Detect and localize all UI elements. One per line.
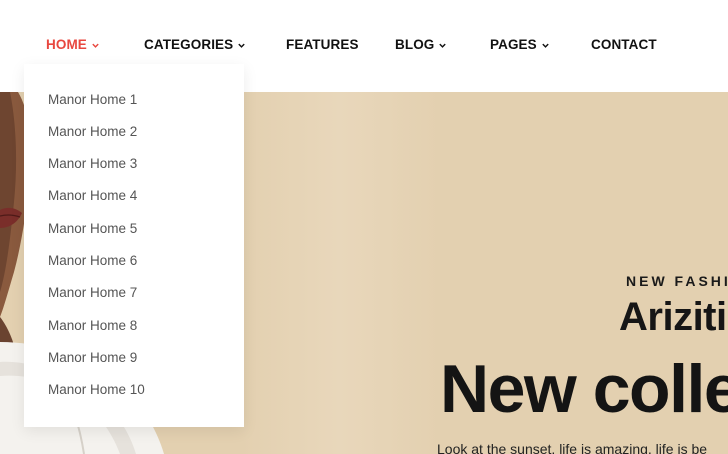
- nav-item-label: CONTACT: [591, 37, 657, 52]
- nav-item-label: BLOG: [395, 37, 435, 52]
- dropdown-item-home-2[interactable]: Manor Home 2: [48, 123, 137, 141]
- nav-item-blog[interactable]: BLOG: [395, 37, 447, 53]
- hero-description: Look at the sunset, life is amazing, lif…: [437, 441, 708, 454]
- hero-brand-name: Ariziti: [619, 295, 727, 339]
- nav-item-home[interactable]: HOME: [46, 37, 100, 53]
- nav-item-label: FEATURES: [286, 37, 359, 52]
- dropdown-item-home-8[interactable]: Manor Home 8: [48, 317, 137, 335]
- nav-item-label: PAGES: [490, 37, 537, 52]
- dropdown-item-home-10[interactable]: Manor Home 10: [48, 381, 145, 399]
- dropdown-item-home-5[interactable]: Manor Home 5: [48, 220, 137, 238]
- chevron-down-icon: [91, 41, 100, 50]
- nav-item-pages[interactable]: PAGES: [490, 37, 550, 53]
- dropdown-item-home-3[interactable]: Manor Home 3: [48, 155, 137, 173]
- nav-item-categories[interactable]: CATEGORIES: [144, 37, 246, 53]
- home-dropdown-menu: Manor Home 1 Manor Home 2 Manor Home 3 M…: [24, 64, 244, 427]
- chevron-down-icon: [541, 41, 550, 50]
- dropdown-item-home-6[interactable]: Manor Home 6: [48, 252, 137, 270]
- dropdown-item-home-4[interactable]: Manor Home 4: [48, 187, 137, 205]
- hero-light-gradient: [240, 92, 440, 454]
- dropdown-item-home-9[interactable]: Manor Home 9: [48, 349, 137, 367]
- nav-item-contact[interactable]: CONTACT: [591, 37, 657, 53]
- dropdown-item-home-7[interactable]: Manor Home 7: [48, 284, 137, 302]
- hero-title: New colle: [440, 351, 728, 427]
- nav-item-features[interactable]: FEATURES: [286, 37, 359, 53]
- chevron-down-icon: [438, 41, 447, 50]
- hero-eyebrow: NEW FASHIC: [626, 273, 728, 289]
- nav-item-label: HOME: [46, 37, 87, 52]
- chevron-down-icon: [237, 41, 246, 50]
- dropdown-item-home-1[interactable]: Manor Home 1: [48, 91, 137, 109]
- nav-item-label: CATEGORIES: [144, 37, 234, 52]
